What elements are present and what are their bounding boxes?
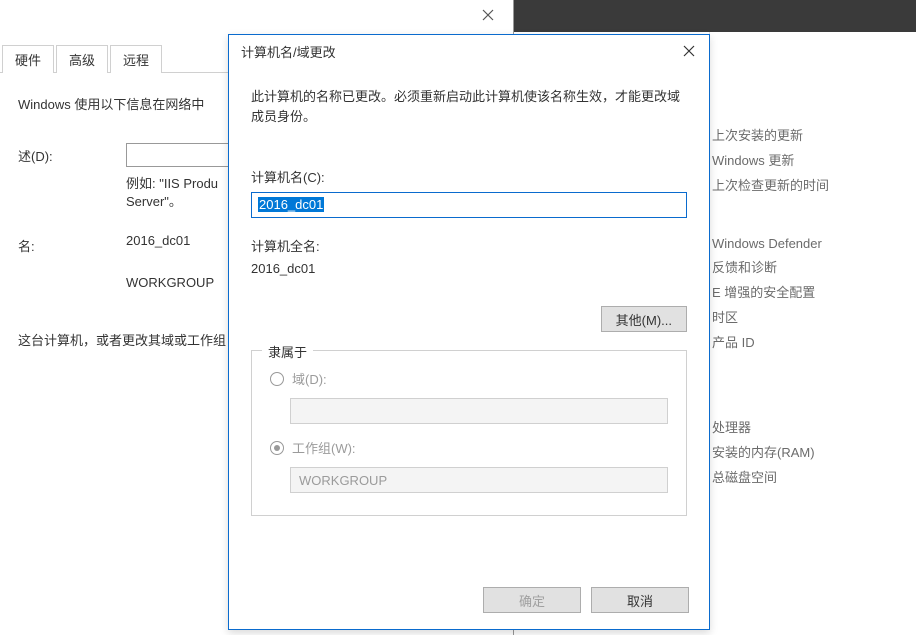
side-item: 反馈和诊断 [710,254,909,279]
side-item: 产品 ID [710,329,909,354]
domain-radio[interactable] [270,372,284,386]
domain-input [290,398,668,424]
computer-name-domain-change-dialog: 计算机名/域更改 此计算机的名称已更改。必须重新启动此计算机使该名称生效，才能更… [228,34,710,630]
full-name-value: 2016_dc01 [251,261,687,276]
side-item: E 增强的安全配置 [710,279,909,304]
computer-name-label: 计算机名(C): [251,167,687,186]
tab-advanced[interactable]: 高级 [56,45,108,73]
workgroup-radio-label: 工作组(W): [292,438,356,457]
computer-name-input[interactable] [251,192,687,218]
side-item: 上次检查更新的时间 [710,172,909,197]
dialog-body: 此计算机的名称已更改。必须重新启动此计算机使该名称生效，才能更改域成员身份。 计… [229,67,709,516]
workgroup-radio[interactable] [270,441,284,455]
other-button[interactable]: 其他(M)... [601,306,687,332]
workgroup-input [290,467,668,493]
full-name-label: 计算机全名: [251,236,687,255]
domain-radio-row[interactable]: 域(D): [270,369,668,388]
tab-remote[interactable]: 远程 [110,45,162,73]
workgroup-label-empty [18,275,126,278]
side-item: Windows Defender [710,233,909,254]
membership-legend: 隶属于 [262,342,313,361]
side-item: 总磁盘空间 [710,464,909,489]
side-info-panel: 上次安装的更新 Windows 更新 上次检查更新的时间 Windows Def… [709,32,909,525]
domain-radio-label: 域(D): [292,369,327,388]
tab-hardware[interactable]: 硬件 [2,45,54,73]
dark-title-bar [513,0,916,32]
dialog-titlebar[interactable]: 计算机名/域更改 [229,35,709,67]
dialog-title: 计算机名/域更改 [241,42,336,61]
close-icon[interactable] [463,0,513,30]
ok-button[interactable]: 确定 [483,587,581,613]
side-item: Windows 更新 [710,147,909,172]
workgroup-value: WORKGROUP [126,275,214,290]
workgroup-radio-row[interactable]: 工作组(W): [270,438,668,457]
description-label: 述(D): [18,143,126,165]
side-item: 上次安装的更新 [710,122,909,147]
close-icon[interactable] [673,39,705,63]
cancel-button[interactable]: 取消 [591,587,689,613]
dialog-button-row: 确定 取消 [483,587,689,613]
dialog-description: 此计算机的名称已更改。必须重新启动此计算机使该名称生效，才能更改域成员身份。 [251,87,687,127]
side-item: 时区 [710,304,909,329]
computer-name-value: 2016_dc01 [126,233,190,248]
membership-groupbox: 隶属于 域(D): 工作组(W): [251,350,687,516]
computer-name-label: 名: [18,233,126,255]
side-item: 处理器 [710,414,909,439]
side-item: 安装的内存(RAM) [710,439,909,464]
